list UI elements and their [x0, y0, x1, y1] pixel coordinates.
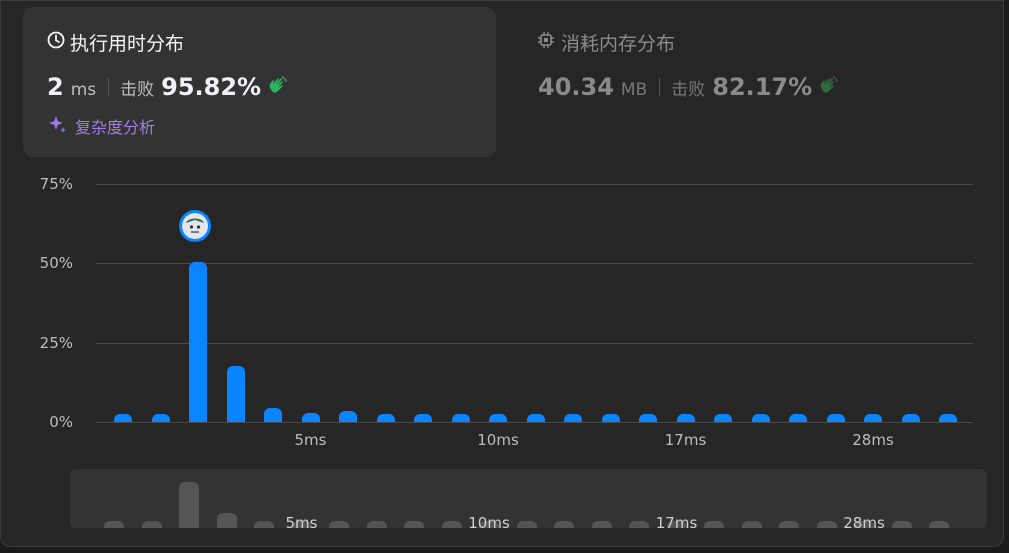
- histogram-bar[interactable]: [264, 407, 282, 422]
- user-avatar: [179, 210, 211, 242]
- navigator-bar: [591, 521, 612, 528]
- histogram-bar[interactable]: [639, 414, 657, 422]
- runtime-title: 执行用时分布: [47, 29, 184, 56]
- memory-unit: MB: [620, 80, 648, 100]
- histogram-bar[interactable]: [489, 414, 507, 422]
- gridline: [96, 184, 973, 185]
- navigator-tick-label: 28ms: [843, 514, 885, 528]
- runtime-distribution-panel: 执行用时分布 2 ms 击败 95.82% 复杂度分析 消耗内存分布 40.34…: [0, 0, 1004, 547]
- complexity-label: 复杂度分析: [75, 118, 156, 137]
- clap-icon: [267, 74, 289, 100]
- navigator-bar: [141, 521, 162, 528]
- navigator-bar: [329, 521, 349, 528]
- gridline: [96, 342, 973, 344]
- memory-title-text: 消耗内存分布: [561, 33, 676, 55]
- chip-icon: [537, 31, 555, 54]
- runtime-unit: ms: [70, 80, 97, 100]
- x-tick-label: 5ms: [294, 431, 327, 449]
- memory-title[interactable]: 消耗内存分布: [537, 29, 675, 56]
- navigator-bar: [779, 521, 799, 528]
- navigator-bar: [366, 521, 387, 528]
- divider: [108, 78, 110, 96]
- histogram-bar[interactable]: [676, 414, 695, 422]
- histogram-bar[interactable]: [714, 414, 732, 422]
- histogram-bar[interactable]: [376, 414, 395, 422]
- clock-icon: [47, 31, 65, 54]
- y-tick-label: 50%: [39, 254, 73, 273]
- memory-beat-value: 82.17%: [712, 73, 813, 101]
- navigator-bar: [629, 521, 649, 528]
- histogram-bar[interactable]: [451, 414, 470, 422]
- runtime-card[interactable]: 执行用时分布 2 ms 击败 95.82% 复杂度分析: [23, 7, 496, 157]
- histogram-bar[interactable]: [414, 414, 432, 422]
- runtime-title-text: 执行用时分布: [70, 33, 185, 55]
- memory-beat-label: 击败: [671, 80, 706, 100]
- navigator-bar: [741, 521, 762, 528]
- navigator-bar: [554, 521, 574, 528]
- histogram-bar[interactable]: [751, 414, 770, 422]
- y-tick-label: 25%: [39, 333, 73, 352]
- histogram-bar[interactable]: [526, 414, 545, 422]
- clap-icon: [818, 74, 840, 100]
- navigator-bar: [516, 521, 537, 528]
- y-tick-label: 0%: [49, 413, 73, 431]
- runtime-beat-label: 击败: [120, 80, 155, 100]
- histogram-bar[interactable]: [339, 410, 357, 422]
- sparkle-icon: [47, 114, 67, 138]
- histogram-bar[interactable]: [864, 414, 882, 422]
- histogram-bar[interactable]: [901, 414, 920, 422]
- runtime-value: 2: [47, 73, 64, 101]
- navigator-tick-label: 5ms: [285, 514, 318, 528]
- gridline: [96, 422, 973, 423]
- histogram-bar[interactable]: [564, 414, 582, 422]
- histogram-bar[interactable]: [789, 414, 807, 422]
- navigator-bar: [704, 521, 724, 528]
- navigator-tick-label: 10ms: [468, 514, 510, 528]
- y-tick-label: 75%: [39, 175, 73, 193]
- x-tick-label: 17ms: [664, 431, 707, 449]
- divider: [659, 78, 661, 96]
- runtime-stats: 2 ms 击败 95.82%: [47, 73, 289, 101]
- gridline: [96, 263, 973, 265]
- navigator-bar: [891, 521, 912, 528]
- navigator-tick-label: 17ms: [655, 514, 698, 528]
- navigator-bar: [179, 482, 199, 528]
- complexity-analysis-link[interactable]: 复杂度分析: [47, 114, 155, 138]
- x-tick-label: 28ms: [852, 431, 894, 449]
- histogram-bar[interactable]: [151, 414, 170, 422]
- navigator-bar: [441, 521, 462, 528]
- navigator-bar: [104, 521, 124, 528]
- runtime-beat-value: 95.82%: [161, 73, 262, 101]
- x-tick-label: 10ms: [477, 431, 519, 449]
- navigator-bar: [216, 512, 237, 528]
- navigator-bar: [254, 521, 274, 528]
- memory-value: 40.34: [538, 73, 614, 101]
- navigator-bar: [816, 521, 837, 528]
- navigator-bar: [929, 521, 949, 528]
- memory-stats: 40.34 MB 击败 82.17%: [538, 73, 840, 101]
- navigator-bar: [404, 521, 424, 528]
- histogram-bar[interactable]: [114, 414, 132, 422]
- histogram-bar[interactable]: [226, 366, 245, 422]
- histogram-bar[interactable]: [301, 413, 320, 422]
- histogram-bar[interactable]: [601, 414, 620, 422]
- histogram-bar[interactable]: [939, 414, 957, 422]
- histogram-bar[interactable]: [826, 414, 845, 422]
- range-navigator[interactable]: 5ms 10ms 17ms 28ms: [70, 469, 987, 528]
- histogram-bar[interactable]: [189, 261, 207, 422]
